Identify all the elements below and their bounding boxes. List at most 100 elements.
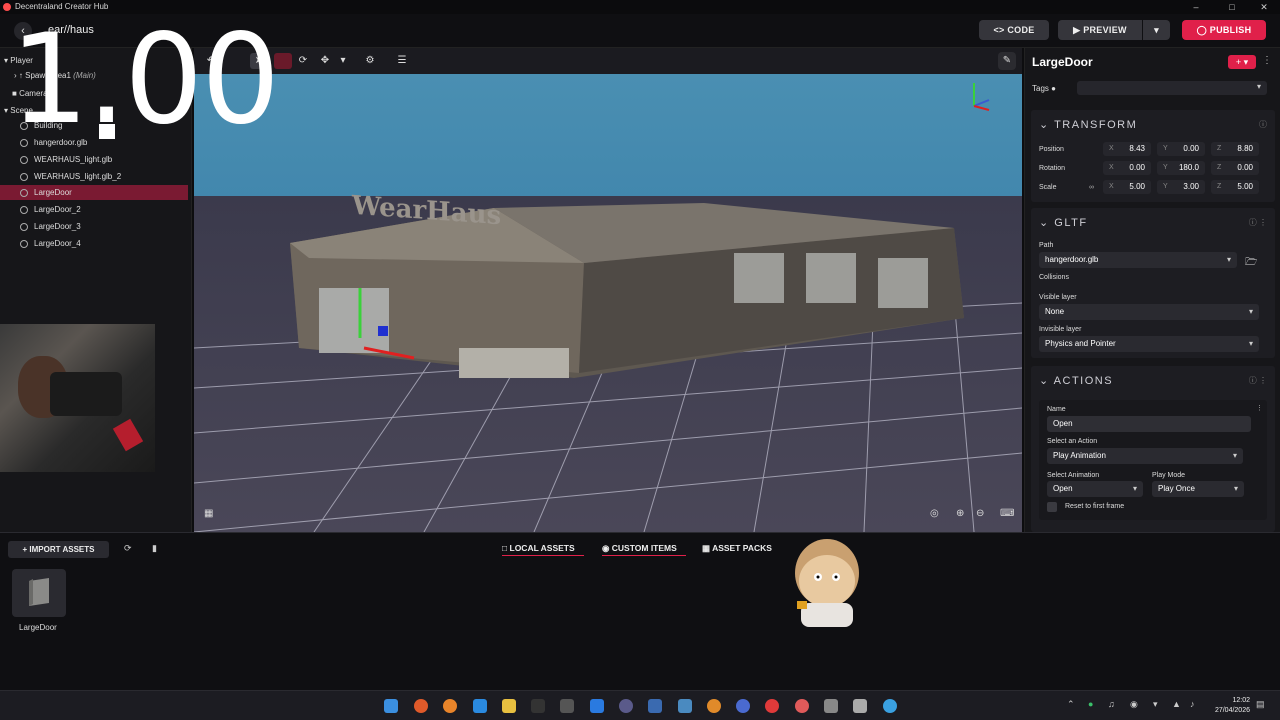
rotation-y-field[interactable]: Y 180.0: [1157, 161, 1205, 175]
refresh-button[interactable]: ⟳: [124, 543, 132, 554]
reset-checkbox[interactable]: [1047, 502, 1057, 512]
add-component-button[interactable]: + ▾: [1228, 55, 1256, 69]
scale-x-field[interactable]: X 5.00: [1103, 180, 1151, 194]
terminal-icon[interactable]: [531, 699, 545, 713]
preview-dropdown-button[interactable]: ▾: [1143, 20, 1170, 40]
more-menu-button[interactable]: ⋮: [1262, 55, 1272, 66]
app-icon[interactable]: [824, 699, 838, 713]
tray-status-icon[interactable]: ●: [1088, 699, 1093, 709]
position-x-field[interactable]: X 8.43: [1103, 142, 1151, 156]
grid-toggle-button[interactable]: ▦: [204, 508, 213, 526]
import-assets-button[interactable]: + IMPORT ASSETS: [8, 541, 109, 558]
overlay-marker: [99, 124, 115, 139]
tree-item-light-2[interactable]: WEARHAUS_light.glb_2: [0, 169, 188, 184]
tray-app-icon[interactable]: ◉: [1130, 699, 1138, 710]
rotation-x-field[interactable]: X 0.00: [1103, 161, 1151, 175]
tray-expand-icon[interactable]: ⌃: [1067, 699, 1075, 710]
creator-hub-icon[interactable]: [795, 699, 809, 713]
position-y-field[interactable]: Y 0.00: [1157, 142, 1205, 156]
select-action-dropdown[interactable]: Play Animation ▾: [1047, 448, 1243, 464]
sliders-icon: ☰: [397, 55, 407, 66]
folder-icon: ▮: [152, 543, 157, 553]
position-label: Position: [1039, 146, 1064, 153]
position-z-field[interactable]: Z 8.80: [1211, 142, 1259, 156]
scale-label: Scale: [1039, 184, 1057, 191]
asset-tile-largedoor[interactable]: [12, 569, 66, 617]
settings-button[interactable]: ⚙: [361, 53, 379, 69]
transform-header[interactable]: ⌄ TRANSFORM: [1039, 118, 1137, 131]
invisible-layer-select[interactable]: Physics and Pointer ▾: [1039, 336, 1259, 352]
discord-icon[interactable]: [619, 699, 633, 713]
code-button[interactable]: <> CODE: [979, 20, 1049, 40]
microphone-icon[interactable]: ▾: [1153, 699, 1158, 710]
speaker-icon[interactable]: ♪: [1190, 699, 1195, 709]
rotate-tool-button[interactable]: ⟳: [294, 53, 312, 69]
edit-button[interactable]: ✎: [998, 52, 1016, 70]
grid-icon: ▦: [204, 508, 214, 519]
help-icon[interactable]: ⓘ ⋮: [1249, 375, 1267, 386]
tags-select[interactable]: ▾: [1077, 81, 1267, 95]
volume-icon[interactable]: ♫: [1108, 699, 1115, 709]
windows-start-icon[interactable]: [384, 699, 398, 713]
app-icon[interactable]: [853, 699, 867, 713]
search-icon[interactable]: [443, 699, 457, 713]
preview-button[interactable]: ▶ PREVIEW: [1058, 20, 1142, 40]
help-icon[interactable]: ⓘ ⋮: [1249, 217, 1267, 228]
actions-header[interactable]: ⌄ ACTIONS: [1039, 374, 1113, 387]
tree-item-largedoor-2[interactable]: LargeDoor_2: [0, 202, 188, 217]
action-menu-icon[interactable]: ⋮: [1256, 404, 1263, 412]
brave-browser-icon[interactable]: [414, 699, 428, 713]
zoom-in-button[interactable]: ⊕: [956, 508, 964, 526]
action-name-input[interactable]: Open: [1047, 416, 1251, 432]
rotation-z-field[interactable]: Z 0.00: [1211, 161, 1259, 175]
chrome-icon[interactable]: [883, 699, 897, 713]
gizmo-dropdown-button[interactable]: ▾: [334, 53, 352, 69]
tree-item-largedoor[interactable]: LargeDoor: [0, 185, 188, 200]
tab-asset-packs[interactable]: ▦ ASSET PACKS: [702, 543, 772, 554]
tree-item-largedoor-4[interactable]: LargeDoor_4: [0, 236, 188, 251]
tab-label: LOCAL ASSETS: [509, 543, 575, 553]
pin-icon[interactable]: [473, 699, 487, 713]
clock[interactable]: 12:02 27/04/2026: [1215, 696, 1250, 716]
help-icon[interactable]: ⓘ: [1259, 119, 1267, 130]
path-select[interactable]: hangerdoor.glb ▾: [1039, 252, 1237, 268]
gltf-header[interactable]: ⌄ GLTF: [1039, 216, 1088, 229]
visible-layer-select[interactable]: None ▾: [1039, 304, 1259, 320]
chevron-down-icon: ▾: [1154, 25, 1159, 35]
keyboard-button[interactable]: ⌨: [1000, 508, 1014, 526]
webcam-camera: [50, 372, 122, 416]
close-window-button[interactable]: ✕: [1250, 0, 1278, 14]
chevron-down-icon: ▾: [1256, 82, 1261, 91]
scene-viewport[interactable]: WearHaus ↶ ➤ ⟳ ✥ ▾ ⚙ ☰ ✎ ▦ ◎ ⊕ ⊖ ⌨: [194, 48, 1022, 532]
publish-button[interactable]: ◯ PUBLISH: [1182, 20, 1266, 40]
tree-item-label: LargeDoor_3: [34, 222, 81, 231]
app-icon[interactable]: [736, 699, 750, 713]
focus-button[interactable]: ◎: [930, 508, 939, 526]
tree-item-light[interactable]: WEARHAUS_light.glb: [0, 152, 188, 167]
maximize-button[interactable]: □: [1218, 0, 1246, 14]
scale-y-field[interactable]: Y 3.00: [1157, 180, 1205, 194]
app-icon[interactable]: [678, 699, 692, 713]
tab-local-assets[interactable]: □ LOCAL ASSETS: [502, 543, 575, 553]
play-mode-dropdown[interactable]: Play Once ▾: [1152, 481, 1244, 497]
folder-button[interactable]: ▮: [152, 543, 157, 554]
notifications-icon[interactable]: ▤: [1256, 699, 1265, 710]
tree-item-largedoor-3[interactable]: LargeDoor_3: [0, 219, 188, 234]
zoom-out-button[interactable]: ⊖: [976, 508, 984, 526]
tab-custom-items[interactable]: ◉ CUSTOM ITEMS: [602, 543, 677, 554]
file-explorer-icon[interactable]: [502, 699, 516, 713]
app-icon[interactable]: [765, 699, 779, 713]
vscode-icon[interactable]: [590, 699, 604, 713]
folder-icon[interactable]: 🗁: [1245, 255, 1257, 272]
network-icon[interactable]: ▲: [1172, 699, 1181, 709]
console-icon[interactable]: [560, 699, 574, 713]
move-tool-button[interactable]: ✥: [316, 53, 334, 69]
chevron-down-icon: ▾: [1132, 484, 1137, 493]
select-animation-dropdown[interactable]: Open ▾: [1047, 481, 1143, 497]
link-scale-icon[interactable]: ∞: [1089, 184, 1094, 191]
scale-z-field[interactable]: Z 5.00: [1211, 180, 1259, 194]
blender-icon[interactable]: [707, 699, 721, 713]
options-button[interactable]: ☰: [393, 53, 411, 69]
minimize-button[interactable]: –: [1182, 0, 1210, 14]
app-icon[interactable]: [648, 699, 662, 713]
